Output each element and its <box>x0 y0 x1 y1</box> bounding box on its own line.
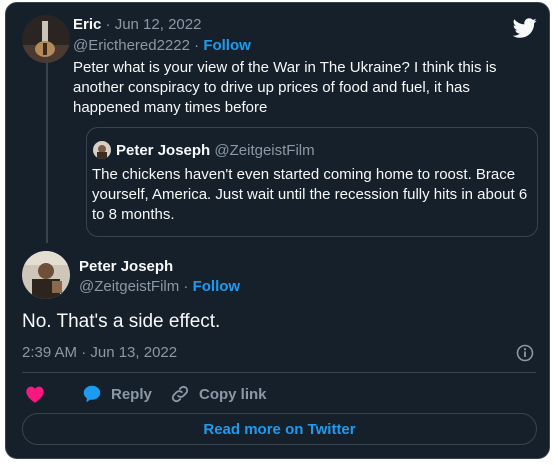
avatar-peter-joseph[interactable] <box>22 251 70 299</box>
twitter-logo-icon[interactable] <box>512 16 537 40</box>
heart-icon[interactable] <box>24 383 46 405</box>
avatar-peter-joseph-small <box>93 141 111 159</box>
info-icon[interactable] <box>516 344 534 362</box>
main-author-name[interactable]: Peter Joseph <box>79 258 173 275</box>
reply-author-name[interactable]: Eric <box>73 16 101 33</box>
read-more-label: Read more on Twitter <box>203 420 356 438</box>
main-header-line2: @ZeitgeistFilm · Follow <box>79 278 240 295</box>
separator: · <box>101 16 115 33</box>
copy-link-label: Copy link <box>199 385 267 403</box>
divider <box>22 372 536 373</box>
reply-tweet-text: Peter what is your view of the War in Th… <box>73 59 497 116</box>
reply-author-handle[interactable]: @Ericthered2222 <box>73 37 190 54</box>
separator: · <box>189 37 204 54</box>
read-more-on-twitter-button[interactable]: Read more on Twitter <box>22 413 537 445</box>
quote-author-handle: @ZeitgeistFilm <box>214 142 315 159</box>
reply-date[interactable]: Jun 12, 2022 <box>115 16 202 33</box>
reply-button[interactable]: Reply <box>81 383 152 405</box>
quoted-tweet-text: The chickens haven't even started coming… <box>92 166 528 223</box>
main-tweet-text: No. That's a side effect. <box>22 311 221 332</box>
reply-label: Reply <box>111 385 152 403</box>
main-header-line1: Peter Joseph <box>79 258 173 275</box>
follow-peter-link[interactable]: Follow <box>193 278 241 295</box>
main-author-handle[interactable]: @ZeitgeistFilm <box>79 278 179 295</box>
link-icon <box>169 383 191 405</box>
separator: · <box>179 278 193 295</box>
avatar-eric[interactable] <box>22 15 70 63</box>
reply-header-line1: Eric · Jun 12, 2022 <box>73 16 201 33</box>
follow-eric-link[interactable]: Follow <box>203 37 251 54</box>
embedded-tweet-card: Eric · Jun 12, 2022 @Ericthered2222 · Fo… <box>5 2 550 459</box>
reply-bubble-icon <box>81 383 103 405</box>
quote-header: Peter Joseph @ZeitgeistFilm <box>116 142 315 159</box>
copy-link-button[interactable]: Copy link <box>169 383 267 405</box>
quote-author-name: Peter Joseph <box>116 142 211 159</box>
reply-header-line2: @Ericthered2222 · Follow <box>73 37 251 54</box>
main-tweet-timestamp[interactable]: 2:39 AM · Jun 13, 2022 <box>22 344 177 361</box>
thread-connector-line <box>46 58 48 243</box>
